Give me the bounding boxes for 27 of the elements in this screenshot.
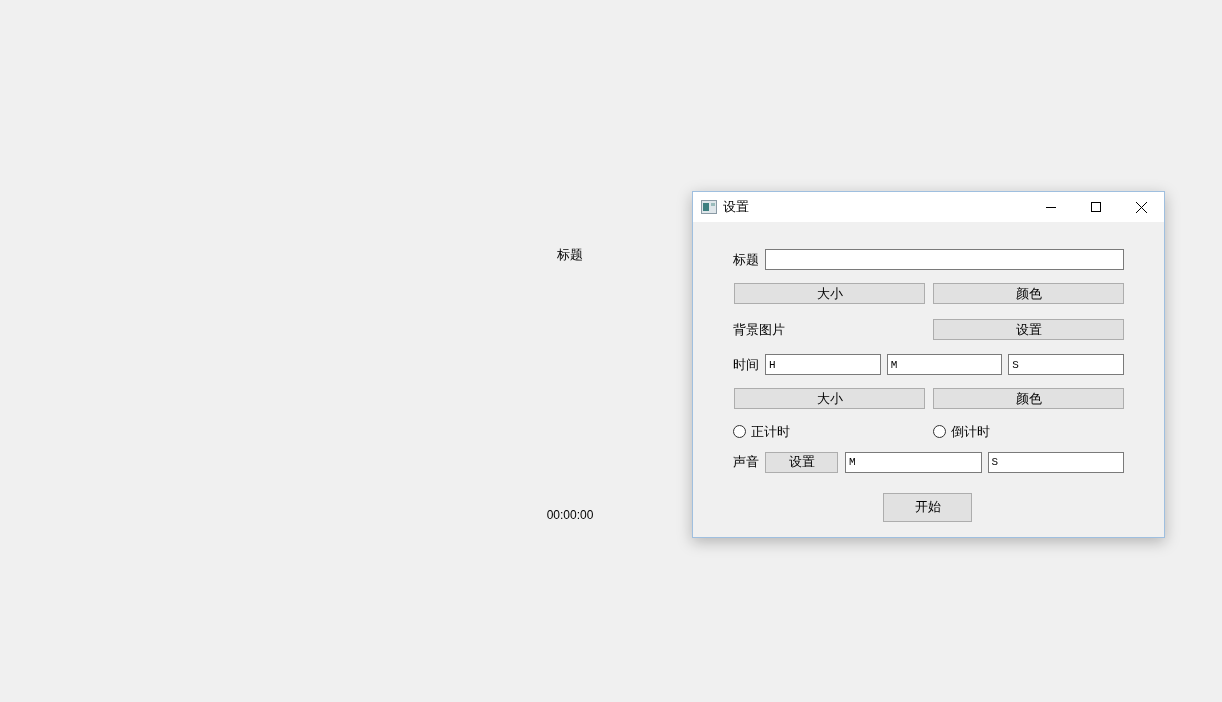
- radio-button[interactable]: [932, 425, 946, 439]
- background-image-label: 背景图片: [733, 320, 786, 339]
- maximize-icon: [1090, 202, 1101, 212]
- text-field[interactable]: M: [845, 451, 982, 473]
- style-button[interactable]: 颜色: [933, 283, 1124, 304]
- style-button[interactable]: 大小: [734, 283, 925, 304]
- timer-text: 00:00:00: [546, 506, 594, 524]
- text-field[interactable]: S: [1008, 354, 1124, 375]
- title-text: 标题: [557, 246, 583, 264]
- start-button[interactable]: 开始: [883, 492, 972, 522]
- text-field[interactable]: H: [765, 354, 881, 375]
- app-icon: [701, 200, 717, 214]
- background-set-button[interactable]: 设置: [933, 319, 1124, 340]
- style-button[interactable]: 大小: [734, 388, 925, 409]
- close-icon: [1135, 201, 1147, 213]
- style-button[interactable]: 颜色: [933, 388, 1124, 409]
- time-label: 时间: [733, 355, 759, 374]
- sound-set-button[interactable]: 设置: [765, 451, 838, 473]
- text-field[interactable]: S: [987, 451, 1124, 473]
- sound-label: 声音: [733, 453, 759, 472]
- title-label: 标题: [733, 250, 759, 269]
- radio-button[interactable]: [733, 425, 746, 439]
- text-field[interactable]: [765, 249, 1124, 270]
- mode-label: 正计时: [751, 423, 790, 441]
- text-field[interactable]: M: [886, 354, 1003, 375]
- mode-label: 倒计时: [950, 423, 990, 441]
- window-title: 设置: [723, 198, 749, 217]
